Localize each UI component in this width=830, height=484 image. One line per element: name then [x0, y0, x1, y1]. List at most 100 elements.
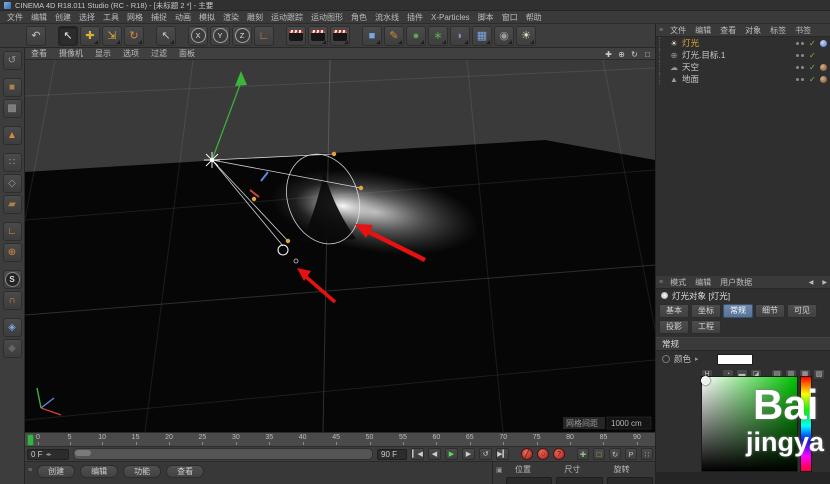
menu-item[interactable]: 帮助 — [522, 12, 546, 23]
viewport-menu-item[interactable]: 过滤 — [145, 48, 173, 59]
render-view-button[interactable] — [286, 26, 306, 46]
color-picker-cursor[interactable] — [701, 376, 710, 385]
attr-menu-edit[interactable]: 编辑 — [691, 277, 715, 288]
menu-item[interactable]: 渲染 — [219, 12, 243, 23]
menu-item[interactable]: 插件 — [403, 12, 427, 23]
enable-check-icon[interactable]: ✓ — [809, 63, 817, 72]
visibility-dots[interactable] — [796, 54, 804, 57]
goto-end-button[interactable]: ▶▎ — [496, 448, 509, 460]
mixer-mode-button[interactable]: ▧ — [813, 369, 825, 380]
material-menu-create[interactable]: 创建 — [37, 465, 75, 478]
environment-button[interactable]: ▦ — [472, 26, 492, 46]
material-tag-icon[interactable] — [820, 64, 827, 71]
camera-button[interactable]: ◉ — [494, 26, 514, 46]
attr-menu-userdata[interactable]: 用户数据 — [716, 277, 756, 288]
autokey-button[interactable]: ○ — [537, 448, 549, 460]
material-tag-icon[interactable] — [820, 76, 827, 83]
mograph-button[interactable]: ∗ — [428, 26, 448, 46]
tab-shadow[interactable]: 投影 — [659, 320, 689, 334]
menu-item[interactable]: 选择 — [75, 12, 99, 23]
viewport-menu-item[interactable]: 选项 — [117, 48, 145, 59]
history-back-icon[interactable]: ◀ — [805, 279, 818, 286]
menu-item[interactable]: 网格 — [123, 12, 147, 23]
section-header-general[interactable]: 常规 — [656, 337, 830, 351]
object-row-floor[interactable]: ▲ 地面 ✓ — [656, 73, 830, 85]
menu-item[interactable]: 雕刻 — [243, 12, 267, 23]
render-region-button[interactable] — [308, 26, 328, 46]
menu-item[interactable]: 模拟 — [195, 12, 219, 23]
title-bar[interactable]: CINEMA 4D R18.011 Studio (RC - R18) - [未… — [0, 0, 830, 11]
menu-item[interactable]: 编辑 — [27, 12, 51, 23]
menu-item[interactable]: 工具 — [99, 12, 123, 23]
visibility-dots[interactable] — [796, 66, 804, 69]
live-selection-button[interactable]: ↖ — [58, 26, 78, 46]
om-menu-objects[interactable]: 对象 — [741, 25, 765, 36]
material-menu-edit[interactable]: 编辑 — [80, 465, 118, 478]
rotate-tool-button[interactable]: ↻ — [124, 26, 144, 46]
menu-item[interactable]: 动画 — [171, 12, 195, 23]
rotation-field[interactable] — [607, 477, 653, 484]
enable-check-icon[interactable]: ✓ — [809, 75, 817, 84]
enable-check-icon[interactable]: ✓ — [809, 39, 817, 48]
menu-item[interactable]: 创建 — [51, 12, 75, 23]
magnet-button[interactable]: ∩ — [3, 291, 22, 310]
viewport-menu-item[interactable]: 摄像机 — [53, 48, 89, 59]
menu-item[interactable]: 捕捉 — [147, 12, 171, 23]
render-settings-button[interactable] — [330, 26, 350, 46]
viewport-menu-item[interactable]: 查看 — [25, 48, 53, 59]
position-field[interactable] — [506, 477, 552, 484]
om-menu-file[interactable]: 文件 — [666, 25, 690, 36]
tab-project[interactable]: 工程 — [691, 320, 721, 334]
tab-details[interactable]: 细节 — [755, 304, 785, 318]
color-swatch[interactable] — [717, 354, 753, 365]
light-object-gizmo[interactable] — [204, 152, 220, 168]
snap-button[interactable]: S — [3, 270, 22, 289]
range-handle[interactable] — [75, 450, 91, 456]
next-frame-button[interactable]: ▶ — [462, 448, 475, 460]
texture-mode-button[interactable]: ▩ — [3, 99, 22, 118]
polygons-mode-button[interactable]: ▰ — [3, 195, 22, 214]
keyframe-selection-button[interactable]: ? — [553, 448, 565, 460]
last-tool-button[interactable]: ↖ — [156, 26, 176, 46]
3d-scene[interactable]: 网格间距 1000 cm — [25, 60, 655, 432]
lock-x-button[interactable]: X — [188, 26, 208, 46]
material-menu-function[interactable]: 功能 — [123, 465, 161, 478]
attr-menu-mode[interactable]: 模式 — [666, 277, 690, 288]
lock-y-button[interactable]: Y — [210, 26, 230, 46]
menu-item[interactable]: 角色 — [347, 12, 371, 23]
record-scale-toggle[interactable]: □ — [593, 448, 605, 460]
tab-basic[interactable]: 基本 — [659, 304, 689, 318]
coordinate-system-button[interactable]: ∟ — [254, 26, 274, 46]
deformer-button[interactable]: ◗ — [450, 26, 470, 46]
om-menu-tags[interactable]: 标签 — [766, 25, 790, 36]
workplane-mode-button[interactable]: ▲ — [3, 126, 22, 145]
goto-start-button[interactable]: ▎◀ — [411, 448, 424, 460]
material-menu-view[interactable]: 查看 — [166, 465, 204, 478]
light-button[interactable]: ☀ — [516, 26, 536, 46]
move-tool-button[interactable]: ✚ — [80, 26, 100, 46]
spline-pen-button[interactable]: ✎ — [384, 26, 404, 46]
object-row-light-target[interactable]: ⊕ 灯光.目标.1 ✓ — [656, 49, 830, 61]
record-rotation-toggle[interactable]: ↻ — [609, 448, 621, 460]
tab-general[interactable]: 常规 — [723, 304, 753, 318]
menu-item[interactable]: 流水线 — [371, 12, 403, 23]
viewport-menu-item[interactable]: 面板 — [173, 48, 201, 59]
menu-item[interactable]: 脚本 — [474, 12, 498, 23]
pan-view-icon[interactable]: ✚ — [603, 50, 614, 59]
visibility-dots[interactable] — [796, 78, 804, 81]
record-parameter-toggle[interactable]: P — [625, 448, 637, 460]
points-mode-button[interactable]: ∷ — [3, 153, 22, 172]
add-primitive-button[interactable]: ■ — [362, 26, 382, 46]
current-frame-marker[interactable] — [27, 434, 34, 446]
keyframe-ring-icon[interactable] — [662, 355, 670, 363]
size-field[interactable] — [556, 477, 602, 484]
tab-coordinates[interactable]: 坐标 — [691, 304, 721, 318]
make-editable-button[interactable]: ↺ — [3, 51, 22, 70]
scale-tool-button[interactable]: ⇲ — [102, 26, 122, 46]
om-menu-view[interactable]: 查看 — [716, 25, 740, 36]
object-row-sky[interactable]: ☁ 天空 ✓ — [656, 61, 830, 73]
viewport-menu-item[interactable]: 显示 — [89, 48, 117, 59]
menu-item[interactable]: X-Particles — [427, 13, 474, 22]
zoom-view-icon[interactable]: ⊕ — [616, 50, 627, 59]
enable-axis-button[interactable]: ∟ — [3, 222, 22, 241]
